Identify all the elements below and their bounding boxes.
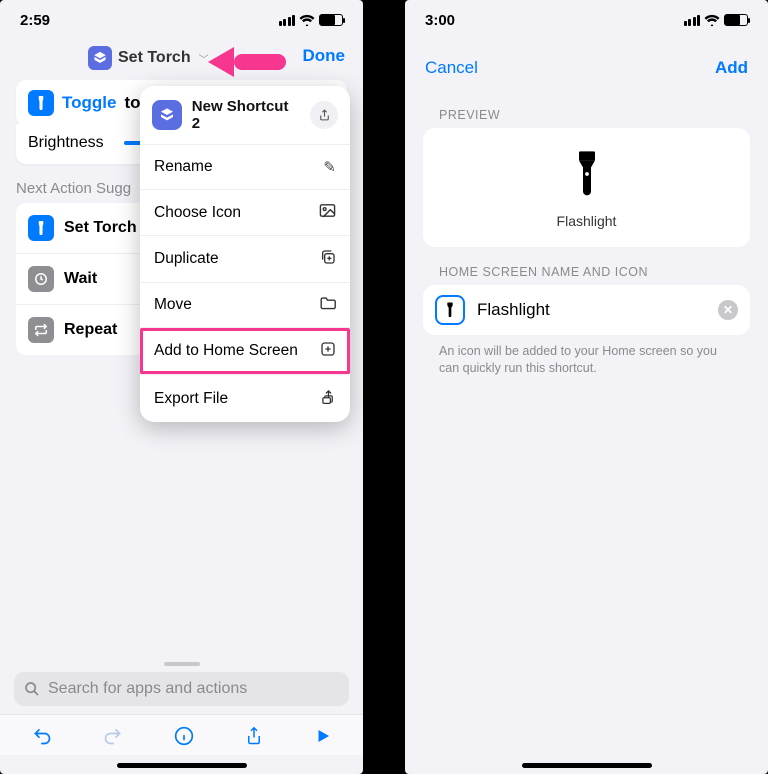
home-indicator[interactable] bbox=[117, 763, 247, 768]
duplicate-icon bbox=[320, 249, 336, 269]
add-button[interactable]: Add bbox=[715, 58, 748, 78]
undo-button[interactable] bbox=[32, 726, 52, 752]
menu-add-to-home-screen[interactable]: Add to Home Screen bbox=[140, 328, 350, 375]
shortcut-title: Set Torch bbox=[118, 49, 191, 67]
hint-text: An icon will be added to your Home scree… bbox=[405, 335, 768, 385]
share-button[interactable] bbox=[245, 725, 263, 753]
search-field[interactable]: Search for apps and actions bbox=[14, 672, 349, 706]
toggle-keyword[interactable]: Toggle bbox=[62, 93, 116, 113]
shortcut-name-input[interactable] bbox=[477, 300, 706, 320]
bottom-toolbar bbox=[0, 714, 363, 755]
shortcut-editor-screen: 2:59 Set Torch ﹀ Done Toggle to Brightne… bbox=[0, 0, 363, 774]
repeat-icon bbox=[28, 317, 54, 343]
clock: 2:59 bbox=[20, 12, 50, 29]
name-card: ✕ bbox=[423, 285, 750, 335]
menu-rename[interactable]: Rename✎ bbox=[140, 145, 350, 190]
flashlight-icon bbox=[28, 90, 54, 116]
battery-icon bbox=[319, 14, 343, 26]
shortcut-title-chip[interactable]: Set Torch ﹀ bbox=[88, 46, 209, 70]
menu-export-file[interactable]: Export File bbox=[140, 375, 350, 422]
preview-label: PREVIEW bbox=[405, 90, 768, 128]
cancel-button[interactable]: Cancel bbox=[425, 58, 478, 78]
editor-header: Set Torch ﹀ Done bbox=[0, 40, 363, 80]
clock: 3:00 bbox=[425, 12, 455, 29]
flashlight-icon bbox=[28, 215, 54, 241]
menu-move[interactable]: Move bbox=[140, 283, 350, 328]
status-bar: 3:00 bbox=[405, 0, 768, 40]
wifi-icon bbox=[299, 14, 315, 26]
plus-app-icon bbox=[320, 341, 336, 361]
menu-duplicate[interactable]: Duplicate bbox=[140, 236, 350, 283]
battery-icon bbox=[724, 14, 748, 26]
annotation-arrow bbox=[208, 47, 286, 77]
menu-choose-icon[interactable]: Choose Icon bbox=[140, 190, 350, 236]
brightness-label: Brightness bbox=[28, 134, 104, 152]
home-indicator[interactable] bbox=[522, 763, 652, 768]
info-button[interactable] bbox=[174, 726, 194, 752]
drawer-handle[interactable] bbox=[164, 662, 200, 666]
signal-icon bbox=[279, 15, 296, 26]
add-to-home-screen: 3:00 Cancel Add PREVIEW Flashlight HOME … bbox=[405, 0, 768, 774]
shortcut-icon bbox=[88, 46, 112, 70]
wifi-icon bbox=[704, 14, 720, 26]
play-button[interactable] bbox=[314, 727, 332, 751]
folder-icon bbox=[319, 296, 336, 314]
name-section-label: HOME SCREEN NAME AND ICON bbox=[405, 247, 768, 285]
status-bar: 2:59 bbox=[0, 0, 363, 40]
action-text: to bbox=[124, 93, 140, 113]
preview-name: Flashlight bbox=[557, 213, 617, 229]
clear-button[interactable]: ✕ bbox=[718, 300, 738, 320]
clock-icon bbox=[28, 266, 54, 292]
modal-header: Cancel Add bbox=[405, 40, 768, 90]
shortcut-options-menu: New Shortcut 2 Rename✎ Choose Icon Dupli… bbox=[140, 86, 350, 422]
image-icon bbox=[319, 203, 336, 222]
signal-icon bbox=[684, 15, 701, 26]
menu-header: New Shortcut 2 bbox=[140, 86, 350, 145]
redo-button bbox=[103, 726, 123, 752]
flashlight-icon bbox=[571, 150, 603, 203]
done-button[interactable]: Done bbox=[303, 46, 346, 66]
icon-picker[interactable] bbox=[435, 295, 465, 325]
share-button[interactable] bbox=[310, 101, 338, 129]
preview-card: Flashlight bbox=[423, 128, 750, 247]
shortcut-icon bbox=[152, 100, 182, 130]
export-icon bbox=[321, 388, 336, 409]
pencil-icon: ✎ bbox=[323, 158, 336, 176]
search-icon bbox=[24, 681, 40, 697]
